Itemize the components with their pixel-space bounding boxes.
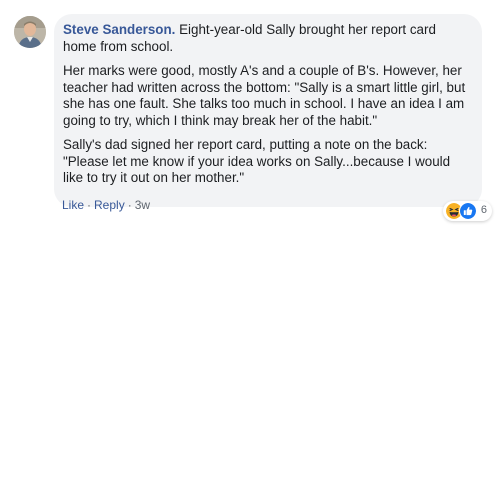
comment-paragraph: Steve Sanderson. Eight-year-old Sally br… [63,22,470,55]
comment-bubble: Steve Sanderson. Eight-year-old Sally br… [54,14,492,221]
comment-actions: Like · Reply · 3w [62,198,150,212]
separator-dot: · [127,198,132,212]
avatar[interactable] [14,16,46,48]
comment-paragraph: Her marks were good, mostly A's and a co… [63,63,466,128]
comment-paragraph: Sally's dad signed her report card, putt… [63,137,451,185]
reply-link[interactable]: Reply [94,198,125,212]
avatar-photo [14,16,46,48]
reactions-summary[interactable]: 6 [442,200,492,221]
separator-dot: · [87,198,92,212]
like-link[interactable]: Like [62,198,84,212]
timestamp[interactable]: 3w [135,198,150,212]
reaction-count: 6 [480,204,487,217]
author-name[interactable]: Steve Sanderson. [63,22,175,37]
like-icon [458,201,477,220]
